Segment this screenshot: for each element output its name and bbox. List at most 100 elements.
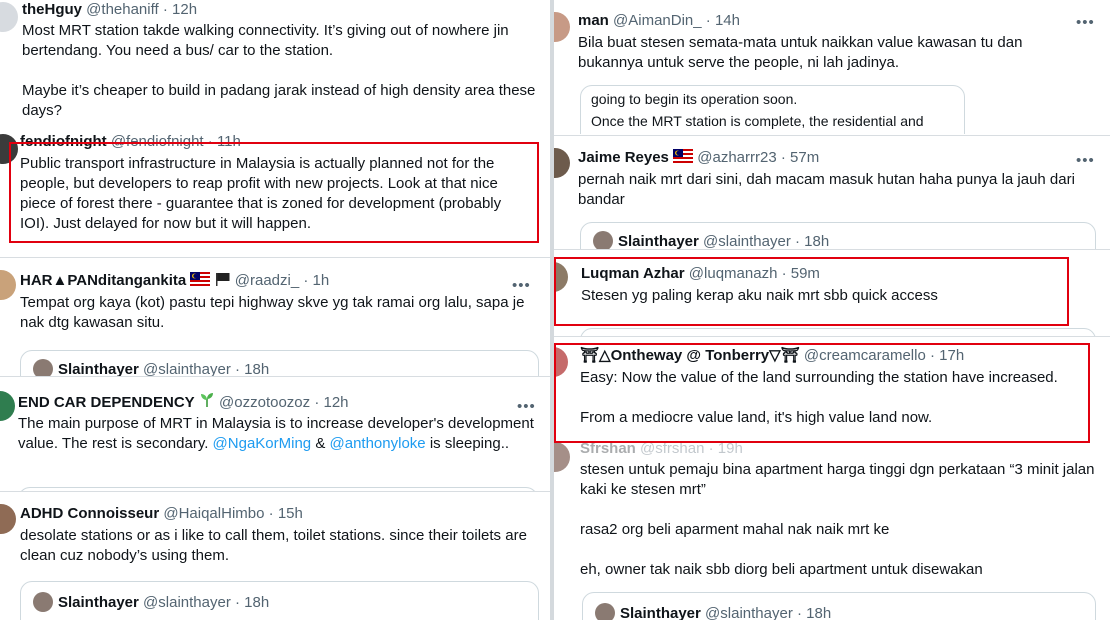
quote-timestamp: 18h [244,594,270,611]
user-handle[interactable]: @raadzi_ [235,272,299,289]
quote-avatar [33,359,53,376]
tweet-harapan[interactable]: HAR▲PANditangankita @raadzi_ · 1h ••• Te… [0,257,550,376]
tweet-end-car-dependency[interactable]: END CAR DEPENDENCY @ozzotoozoz · 12h •••… [0,376,550,491]
mention-link[interactable]: @anthonyloke [330,435,426,452]
tweet-header: theHguy @thehaniff · 12h [22,0,197,19]
timestamp[interactable]: 59m [791,265,820,282]
separator: · [705,12,711,29]
user-handle[interactable]: @ozzotoozoz [219,394,310,411]
separator: · [795,233,800,249]
ampersand: & [315,435,326,452]
tweet-man[interactable]: man @AimanDin_ · 14h ••• Bila buat stese… [554,0,1110,134]
avatar[interactable] [554,262,568,292]
avatar[interactable] [554,148,570,178]
quote-handle: @slainthayer [705,605,793,620]
quoted-tweet-edge[interactable] [580,328,1096,336]
tweet-text: stesen untuk pemaju bina apartment harga… [580,461,1095,578]
quote-display-name: Slainthayer [618,233,699,249]
quote-handle: @slainthayer [143,361,231,376]
timestamp[interactable]: 14h [715,12,740,29]
tweet-luqman-azhar[interactable]: Luqman Azhar @luqmanazh · 59m Stesen yg … [554,249,1110,336]
user-handle[interactable]: @fendiofnight [111,133,204,150]
display-name[interactable]: Sfrshan [580,440,636,457]
quoted-tweet[interactable]: Slainthayer @slainthayer · 18h [582,592,1096,620]
display-name[interactable]: Luqman Azhar [581,265,685,282]
avatar[interactable] [554,442,570,472]
display-name[interactable]: fendiofnight [20,133,107,150]
timestamp[interactable]: 1h [313,272,330,289]
separator: · [162,1,168,18]
quoted-tweet[interactable]: Slainthayer @slainthayer · 18h [20,581,539,620]
user-handle[interactable]: @creamcaramello [804,347,926,364]
separator: · [314,394,320,411]
quote-avatar [33,592,53,612]
more-options-icon[interactable]: ••• [1076,153,1095,168]
display-name[interactable]: ADHD Connoisseur [20,505,159,522]
tweet-header: Jaime Reyes @azharrr23 · 57m [578,148,819,168]
timestamp[interactable]: 19h [718,440,743,457]
timestamp[interactable]: 12h [172,1,197,18]
more-options-icon[interactable]: ••• [1076,15,1095,30]
tweet-header: man @AimanDin_ · 14h [578,11,740,30]
tweet-text: desolate stations or as i like to call t… [20,527,527,564]
tweet-sfrshan[interactable]: Sfrshan @sfrshan · 19h stesen untuk pema… [554,434,1110,620]
avatar[interactable] [0,270,16,300]
quote-avatar [595,603,615,620]
timestamp[interactable]: 15h [278,505,303,522]
tweet-ontheway[interactable]: ⛩△Ontheway @ Tonberry▽⛩ @creamcaramello … [554,336,1110,435]
tweet-thehguy[interactable]: theHguy @thehaniff · 12h Most MRT statio… [0,0,550,130]
tweet-adhd-connoisseur[interactable]: ADHD Connoisseur @HaiqalHimbo · 15h deso… [0,491,550,620]
avatar[interactable] [0,504,16,534]
quote-timestamp: 18h [244,361,270,376]
avatar[interactable] [0,134,18,164]
timestamp[interactable]: 17h [939,347,964,364]
tweet-header: ADHD Connoisseur @HaiqalHimbo · 15h [20,504,303,523]
tweet-fendiofnight[interactable]: fendiofnight @fendiofnight · 11h Public … [0,130,550,257]
display-name[interactable]: theHguy [22,1,82,18]
user-handle[interactable]: @thehaniff [86,1,159,18]
display-name[interactable]: END CAR DEPENDENCY [18,394,195,411]
avatar[interactable] [554,347,568,377]
malaysia-flag-icon [190,272,211,291]
user-handle[interactable]: @sfrshan [640,440,704,457]
timestamp[interactable]: 12h [324,394,349,411]
seedling-icon [199,392,215,413]
quoted-tweet[interactable]: Slainthayer @slainthayer · 18h [20,350,539,376]
separator: · [708,440,714,457]
separator: · [797,605,802,620]
more-options-icon[interactable]: ••• [517,399,536,414]
quoted-tweet[interactable]: Slainthayer @slainthayer · 18h [580,222,1096,249]
timestamp[interactable]: 57m [790,149,819,166]
tweet-text: pernah naik mrt dari sini, dah macam mas… [578,171,1075,208]
tweet-text: Most MRT station takde walking connectiv… [22,22,536,119]
tweet-text: Tempat org kaya (kot) pastu tepi highway… [20,294,525,331]
more-options-icon[interactable]: ••• [512,278,531,293]
avatar[interactable] [554,12,570,42]
tweet-jaime-reyes[interactable]: Jaime Reyes @azharrr23 · 57m ••• pernah … [554,135,1110,249]
tweet-header: ⛩△Ontheway @ Tonberry▽⛩ @creamcaramello … [580,346,964,365]
display-name[interactable]: man [578,12,609,29]
tweet-header: HAR▲PANditangankita @raadzi_ · 1h [20,271,329,291]
display-name[interactable]: HAR▲PANditangankita [20,272,186,289]
mention-link[interactable]: @NgaKorMing [213,435,312,452]
avatar[interactable] [0,2,18,32]
tweet-header: END CAR DEPENDENCY @ozzotoozoz · 12h [18,392,349,413]
quote-display-name: Slainthayer [58,361,139,376]
user-handle[interactable]: @azharrr23 [697,149,776,166]
quoted-tweet[interactable]: going to begin its operation soon. Once … [580,85,965,134]
user-handle[interactable]: @AimanDin_ [613,12,702,29]
display-name[interactable]: ⛩△Ontheway @ Tonberry▽⛩ [580,347,800,364]
timestamp[interactable]: 11h [217,133,241,150]
display-name[interactable]: Jaime Reyes [578,149,669,166]
quote-display-name: Slainthayer [620,605,701,620]
separator: · [781,265,787,282]
separator: · [268,505,274,522]
quote-text: Once the MRT station is complete, the re… [591,113,924,129]
user-handle[interactable]: @luqmanazh [689,265,778,282]
malaysia-flag-icon [673,149,694,168]
left-screenshot-panel: theHguy @thehaniff · 12h Most MRT statio… [0,0,550,620]
tweet-header: fendiofnight @fendiofnight · 11h [20,132,241,151]
separator: · [780,149,786,166]
avatar[interactable] [0,391,15,421]
user-handle[interactable]: @HaiqalHimbo [163,505,264,522]
